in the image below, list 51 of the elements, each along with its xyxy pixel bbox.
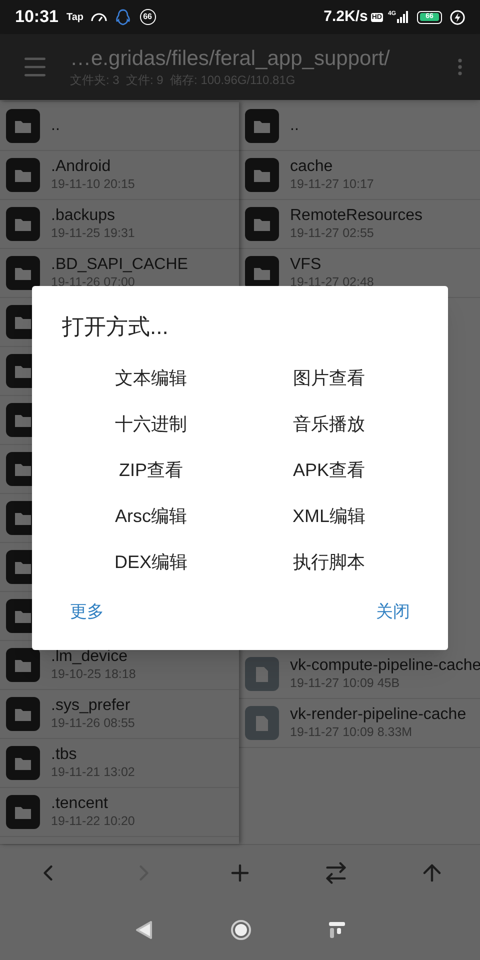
- file-name[interactable]: .tbs: [51, 745, 135, 766]
- open-with-option[interactable]: APK查看: [240, 455, 418, 485]
- clock: 10:31: [15, 6, 58, 28]
- path-title: …e.gridas/files/feral_app_support/: [70, 46, 391, 72]
- file-name[interactable]: ..: [290, 116, 299, 136]
- open-with-option[interactable]: ZIP查看: [62, 455, 240, 485]
- folder-icon: [245, 207, 279, 241]
- back-icon[interactable]: [133, 919, 155, 941]
- open-with-option[interactable]: 图片查看: [240, 363, 418, 393]
- open-with-option[interactable]: 十六进制: [62, 409, 240, 439]
- open-with-option[interactable]: 执行脚本: [240, 547, 418, 577]
- network-speed: 7.2K/s: [324, 6, 368, 27]
- notification-badge: 66: [140, 9, 156, 25]
- folder-icon: [6, 207, 40, 241]
- penguin-icon: [116, 8, 130, 26]
- file-name[interactable]: .backups: [51, 206, 135, 226]
- dialog-title: 打开方式...: [62, 313, 170, 341]
- folder-icon: [6, 158, 40, 192]
- open-with-option[interactable]: 文本编辑: [62, 363, 240, 393]
- file-name[interactable]: .sys_prefer: [51, 696, 135, 716]
- dialog-button[interactable]: 更多: [68, 599, 106, 624]
- folder-icon: [6, 256, 40, 290]
- folder-icon: [6, 795, 40, 829]
- file-name[interactable]: .lm_device: [51, 647, 136, 668]
- recents-icon[interactable]: [327, 920, 347, 940]
- folder-icon: [6, 648, 40, 682]
- file-icon: [245, 657, 279, 691]
- home-icon[interactable]: [230, 919, 252, 941]
- folder-icon: [6, 109, 40, 143]
- file-name[interactable]: cache: [290, 157, 374, 178]
- folder-icon: [245, 158, 279, 192]
- file-name[interactable]: .tencent: [51, 794, 135, 814]
- open-with-option[interactable]: 音乐播放: [240, 409, 418, 439]
- open-with-option[interactable]: XML编辑: [240, 501, 418, 531]
- file-name[interactable]: vk-render-pipeline-cache: [290, 705, 466, 726]
- folder-icon: [6, 697, 40, 731]
- folder-icon: [245, 109, 279, 143]
- open-with-option[interactable]: DEX编辑: [62, 547, 240, 577]
- open-with-option[interactable]: Arsc编辑: [62, 501, 240, 531]
- file-name[interactable]: .Android: [51, 157, 135, 178]
- signal-icon: [397, 11, 409, 23]
- folder-icon: [6, 746, 40, 780]
- charging-icon: [450, 10, 465, 24]
- file-name[interactable]: RemoteResources: [290, 206, 422, 226]
- file-name[interactable]: .BD_SAPI_CACHE: [51, 255, 188, 276]
- file-icon: [245, 706, 279, 740]
- file-name[interactable]: VFS: [290, 255, 374, 276]
- dialog-button[interactable]: 关闭: [374, 599, 412, 624]
- file-name[interactable]: ..: [51, 116, 60, 136]
- speedometer-icon: [90, 12, 107, 22]
- app-label: Tap: [66, 10, 84, 24]
